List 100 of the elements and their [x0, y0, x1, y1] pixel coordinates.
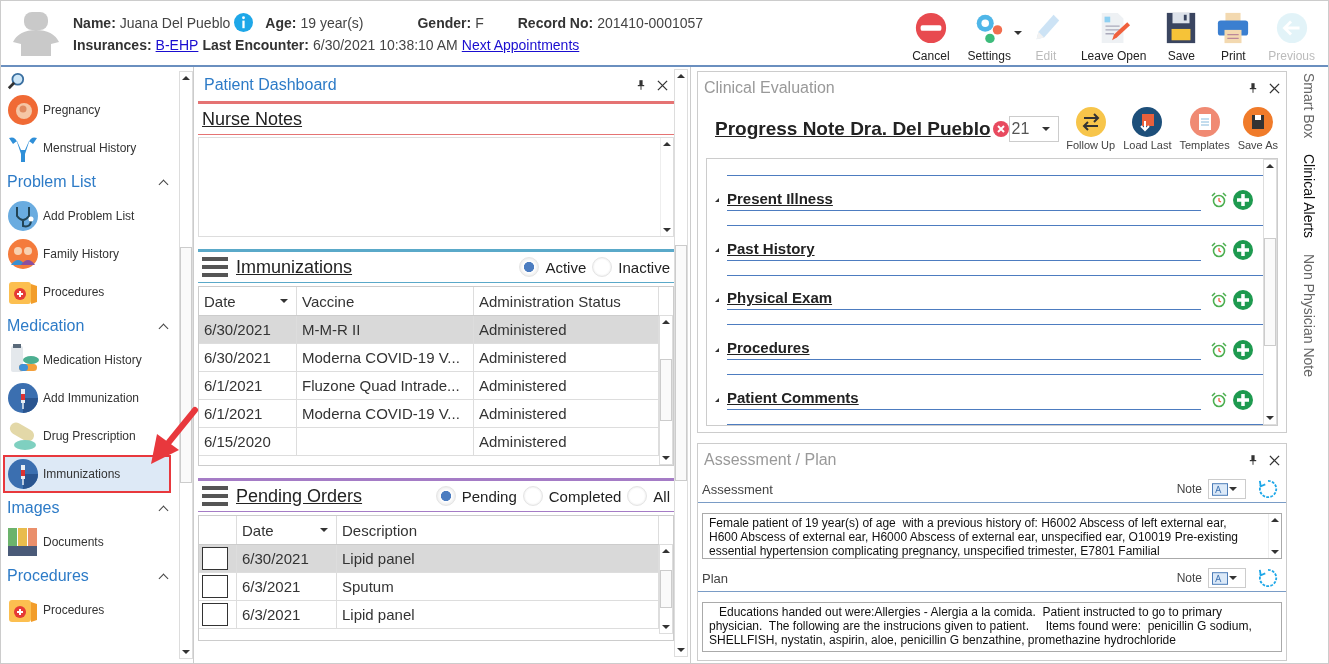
alarm-clock-icon[interactable]: [1211, 341, 1227, 358]
close-icon[interactable]: [657, 79, 668, 91]
menu-icon[interactable]: [202, 486, 228, 506]
side-tab[interactable]: Smart Box: [1300, 73, 1317, 139]
side-tab[interactable]: Clinical Alerts: [1300, 154, 1317, 239]
column-header[interactable]: Date: [199, 287, 297, 315]
scrollbar[interactable]: [1263, 159, 1277, 425]
checkbox[interactable]: [202, 547, 228, 570]
add-icon[interactable]: [1233, 339, 1253, 360]
sidebar-item[interactable]: Procedures: [3, 591, 171, 629]
section-title[interactable]: Pending Orders: [236, 485, 363, 507]
toolbar-button[interactable]: Cancel: [903, 11, 959, 63]
radio-button[interactable]: All: [627, 486, 670, 506]
side-tab[interactable]: Non Physician Note: [1300, 254, 1317, 378]
sidebar-item[interactable]: Pregnancy: [3, 91, 171, 129]
note-text-field[interactable]: Educations handed out were:Allergies - Alergia a la comida. Patient instructed to go to primary physician. The following are the instrucions given to patient. Items found were: penicillin G sodium, SHELLFISH, nystatin, aspirin, aloe, penicillin G benzathine, promethazine hydrochloride: [702, 602, 1282, 652]
sidebar-item[interactable]: Family History: [3, 235, 171, 273]
toolbar-button[interactable]: Settings: [958, 11, 1020, 63]
column-header[interactable]: Description: [337, 516, 659, 544]
toolbar-button[interactable]: Save: [1155, 11, 1208, 63]
scrollbar[interactable]: [674, 69, 688, 657]
section-heading: Medication: [7, 317, 85, 335]
table-row[interactable]: 6/30/2021 Lipid panel: [199, 545, 659, 573]
toolbar-button[interactable]: Print: [1207, 11, 1260, 63]
sidebar-item[interactable]: Menstrual History: [3, 129, 171, 167]
appointments-link[interactable]: Next Appointments: [461, 37, 580, 53]
close-icon[interactable]: [1269, 454, 1280, 466]
sidebar-item[interactable]: Immunizations: [3, 455, 171, 493]
notes-field[interactable]: [198, 137, 674, 237]
scrollbar[interactable]: [659, 544, 673, 634]
column-header[interactable]: Date: [237, 516, 337, 544]
section-link[interactable]: Past History: [727, 239, 1201, 261]
toolbar-button[interactable]: Leave Open: [1071, 11, 1156, 63]
sidebar-item[interactable]: Add Immunization: [3, 379, 171, 417]
refresh-icon[interactable]: [1258, 479, 1278, 499]
expand-icon[interactable]: [715, 248, 719, 253]
action-button[interactable]: Save As: [1235, 107, 1280, 151]
sidebar-item[interactable]: Medication History: [3, 341, 171, 379]
action-button[interactable]: Load Last: [1121, 107, 1174, 151]
section-link[interactable]: Procedures: [727, 339, 1201, 361]
note-title[interactable]: Progress Note Dra. Del Pueblo: [715, 118, 991, 140]
add-icon[interactable]: [1233, 389, 1253, 410]
expand-icon[interactable]: [715, 347, 719, 352]
column-header[interactable]: Administration Status: [474, 287, 659, 315]
info-icon[interactable]: [234, 13, 254, 32]
section-link[interactable]: Physical Exam: [727, 289, 1201, 311]
checkbox[interactable]: [202, 603, 228, 626]
clipboard-icon: [1189, 107, 1220, 137]
section-title[interactable]: Nurse Notes: [202, 108, 303, 130]
refresh-icon[interactable]: [1258, 568, 1278, 588]
checkbox[interactable]: [202, 575, 228, 598]
expand-icon[interactable]: [715, 298, 719, 302]
add-icon[interactable]: [1233, 190, 1253, 211]
section-link[interactable]: Present Illness: [727, 189, 1201, 211]
sidebar-item[interactable]: Documents: [3, 523, 171, 561]
scrollbar[interactable]: [659, 315, 673, 465]
table-row[interactable]: 6/30/2021 M-M-R II Administered: [199, 316, 659, 344]
table-row[interactable]: 6/30/2021 Moderna COVID-19 V... Administered: [199, 344, 659, 372]
close-icon[interactable]: [1269, 82, 1280, 94]
format-dropdown[interactable]: [1208, 479, 1246, 499]
table-row[interactable]: 6/1/2021 Fluzone Quad Intrade... Administered: [199, 372, 659, 400]
alarm-clock-icon[interactable]: [1211, 242, 1227, 259]
add-icon[interactable]: [1233, 290, 1253, 310]
sidebar-item[interactable]: Drug Prescription: [3, 417, 171, 455]
binders-icon: [7, 526, 39, 558]
table-row[interactable]: 6/15/2020 Administered: [199, 428, 659, 456]
gender-value: F: [475, 14, 484, 31]
sidebar-item[interactable]: Add Problem List: [3, 197, 171, 235]
action-button[interactable]: Follow Up: [1064, 107, 1118, 151]
radio-button[interactable]: Inactive: [592, 257, 670, 277]
alarm-clock-icon[interactable]: [1211, 391, 1227, 408]
section-link[interactable]: Patient Comments: [727, 389, 1201, 411]
table-row[interactable]: 6/3/2021 Lipid panel: [199, 601, 659, 629]
expand-icon[interactable]: [715, 198, 719, 203]
radio-button[interactable]: Completed: [522, 486, 622, 506]
radio-button[interactable]: Pending: [435, 486, 517, 506]
text-format-icon: [1212, 482, 1228, 496]
search-icon[interactable]: [7, 72, 25, 90]
add-icon[interactable]: [1233, 240, 1253, 261]
alarm-clock-icon[interactable]: [1211, 192, 1227, 209]
table-row[interactable]: 6/3/2021 Sputum: [199, 573, 659, 601]
section-title[interactable]: Immunizations: [236, 256, 353, 278]
sidebar-item[interactable]: Procedures: [3, 273, 171, 311]
note-dropdown[interactable]: 21: [1008, 116, 1059, 142]
expand-icon[interactable]: [715, 397, 719, 402]
note-text-field[interactable]: Female patient of 19 year(s) of age with a previous history of: H6002 Abscess of left external ear, H600 Abscess of external ear, H6000 Abscess of external ear, unspecified ear, O10019 Pre-existing essential hypertension complicating pregnancy, unspecified trimester, E7801 Familial: [702, 513, 1282, 559]
radio-button[interactable]: Active: [519, 257, 587, 277]
menu-icon[interactable]: [202, 257, 228, 277]
text-format-icon: [1212, 571, 1228, 585]
insurance-link[interactable]: B-EHP: [155, 37, 199, 53]
dropdown-caret-icon[interactable]: [1013, 31, 1022, 35]
alarm-clock-icon[interactable]: [1211, 292, 1227, 308]
format-dropdown[interactable]: [1208, 568, 1246, 588]
action-button[interactable]: Templates: [1177, 107, 1232, 151]
table-row[interactable]: 6/1/2021 Moderna COVID-19 V... Administered: [199, 400, 659, 428]
column-header[interactable]: Vaccine: [297, 287, 474, 315]
remove-icon[interactable]: [992, 121, 1009, 137]
field-label: Insurances:: [73, 37, 152, 53]
cancel-icon: [913, 11, 948, 45]
scrollbar[interactable]: [179, 71, 193, 659]
